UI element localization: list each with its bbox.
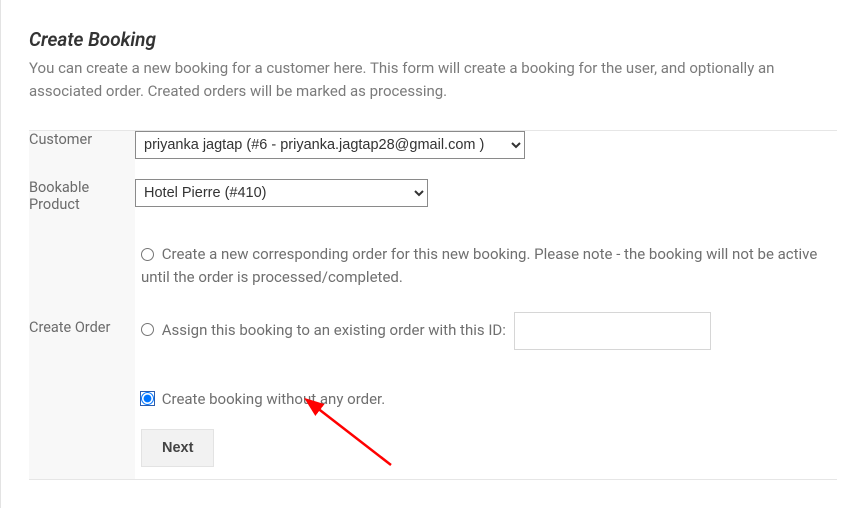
radio-no-order-label[interactable]: Create booking without any order. [141, 390, 385, 408]
radio-assign-existing-label[interactable]: Assign this booking to an existing order… [141, 321, 510, 339]
page-description: You can create a new booking for a custo… [29, 57, 819, 102]
radio-new-order[interactable] [141, 248, 154, 261]
booking-form: Customer priyanka jagtap (#6 - priyanka.… [29, 130, 837, 480]
radio-assign-existing[interactable] [141, 323, 154, 336]
radio-no-order[interactable] [141, 392, 154, 405]
radio-new-order-label[interactable]: Create a new corresponding order for thi… [141, 245, 817, 286]
customer-select[interactable]: priyanka jagtap (#6 - priyanka.jagtap28@… [135, 131, 525, 159]
product-select[interactable]: Hotel Pierre (#410) [135, 179, 428, 207]
customer-label: Customer [29, 131, 135, 160]
bookable-product-label: Bookable Product [29, 159, 135, 213]
create-order-label: Create Order [29, 213, 135, 479]
existing-order-id-input[interactable] [514, 312, 711, 350]
page-title: Create Booking [29, 28, 846, 51]
next-button[interactable]: Next [141, 429, 214, 467]
